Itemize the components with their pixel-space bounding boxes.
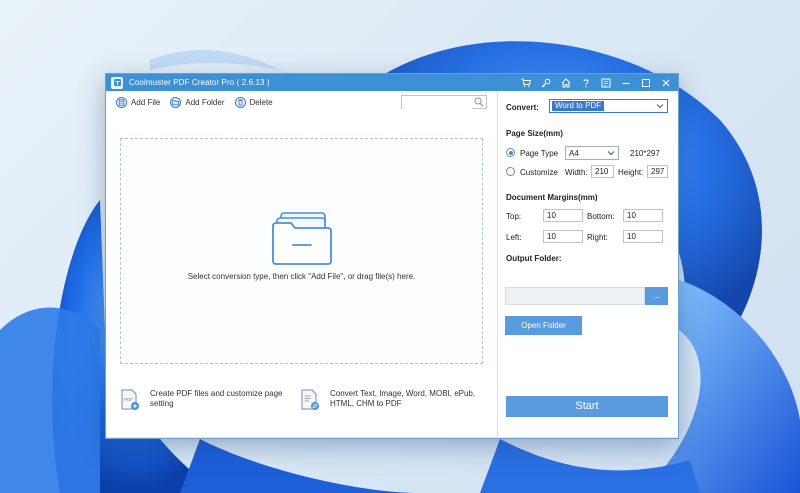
minimize-icon[interactable] (616, 74, 636, 91)
left-margin-input[interactable]: 10 (543, 230, 583, 243)
open-folder-button[interactable]: Open Folder (505, 316, 582, 335)
feature-create-pdf-text: Create PDF files and customize page sett… (150, 389, 283, 408)
feature-convert: Convert Text, Image, Word, MOBI, ePub, H… (300, 389, 485, 411)
page-type-dropdown[interactable]: A4 (565, 146, 619, 160)
file-drop-zone[interactable]: Select conversion type, then click "Add … (120, 138, 483, 364)
delete-label: Delete (249, 97, 273, 107)
add-folder-icon (170, 96, 182, 108)
page-type-label: Page Type (520, 149, 559, 158)
height-label: Height: (618, 168, 644, 177)
feature-convert-text: Convert Text, Image, Word, MOBI, ePub, H… (330, 389, 476, 408)
convert-type-value: Word to PDF (552, 101, 605, 111)
margins-title: Document Margins(mm) (506, 193, 598, 202)
add-file-label: Add File (131, 97, 161, 107)
app-window: Coolmuster PDF Creator Pro ( 2.6.13 ) Ad… (105, 73, 679, 439)
convert-type-dropdown[interactable]: Word to PDF (549, 99, 668, 113)
output-folder-input[interactable] (505, 287, 645, 305)
search-icon[interactable] (474, 97, 484, 107)
close-icon[interactable] (656, 74, 676, 91)
customize-radio[interactable] (506, 167, 515, 176)
left-margin-label: Left: (506, 233, 522, 242)
file-toolbar: Add File Add Folder Delete (106, 91, 497, 113)
height-input[interactable]: 297 (647, 165, 668, 178)
top-margin-input[interactable]: 10 (543, 209, 583, 222)
app-logo-icon (111, 76, 123, 89)
chevron-down-icon (607, 151, 615, 156)
maximize-icon[interactable] (636, 74, 656, 91)
feedback-icon[interactable] (596, 74, 616, 91)
bottom-margin-input[interactable]: 10 (623, 209, 663, 222)
help-icon[interactable] (576, 74, 596, 91)
settings-pane: Convert: Word to PDF Page Size(mm) Page … (499, 91, 678, 438)
folder-icon (272, 212, 332, 265)
feature-create-pdf: PDF Create PDF files and customize page … (120, 389, 300, 411)
chevron-down-icon (656, 104, 664, 109)
start-button[interactable]: Start (506, 396, 668, 417)
page-type-dimensions: 210*297 (630, 149, 660, 158)
trash-icon (234, 96, 246, 108)
add-file-icon (116, 96, 127, 108)
search-box (401, 95, 487, 113)
search-input[interactable] (402, 100, 472, 113)
page-type-radio[interactable] (506, 148, 515, 157)
svg-text:PDF: PDF (124, 397, 133, 402)
convert-label: Convert: (506, 103, 539, 112)
add-file-button[interactable]: Add File (116, 96, 161, 108)
file-list-pane: Add File Add Folder Delete Select conver… (106, 91, 498, 438)
browse-button[interactable]: ... (645, 287, 668, 305)
page-type-value: A4 (569, 148, 579, 158)
customize-label: Customize (520, 168, 558, 177)
key-icon[interactable] (536, 74, 556, 91)
right-margin-label: Right: (587, 233, 608, 242)
cart-icon[interactable] (516, 74, 536, 91)
convert-files-icon (301, 389, 319, 410)
create-pdf-icon: PDF (121, 389, 139, 410)
window-title: Coolmuster PDF Creator Pro ( 2.6.13 ) (129, 78, 270, 87)
page-size-title: Page Size(mm) (506, 129, 563, 138)
right-margin-input[interactable]: 10 (623, 230, 663, 243)
delete-button[interactable]: Delete (234, 96, 273, 108)
add-folder-label: Add Folder (185, 97, 225, 107)
output-folder-title: Output Folder: (506, 254, 562, 263)
add-folder-button[interactable]: Add Folder (170, 96, 225, 108)
status-bar (106, 437, 678, 438)
width-label: Width: (565, 168, 588, 177)
top-margin-label: Top: (506, 212, 522, 221)
title-bar[interactable]: Coolmuster PDF Creator Pro ( 2.6.13 ) (106, 74, 678, 91)
drop-zone-hint: Select conversion type, then click "Add … (187, 272, 416, 281)
home-icon[interactable] (556, 74, 576, 91)
width-input[interactable]: 210 (591, 165, 614, 178)
bottom-margin-label: Bottom: (587, 212, 615, 221)
